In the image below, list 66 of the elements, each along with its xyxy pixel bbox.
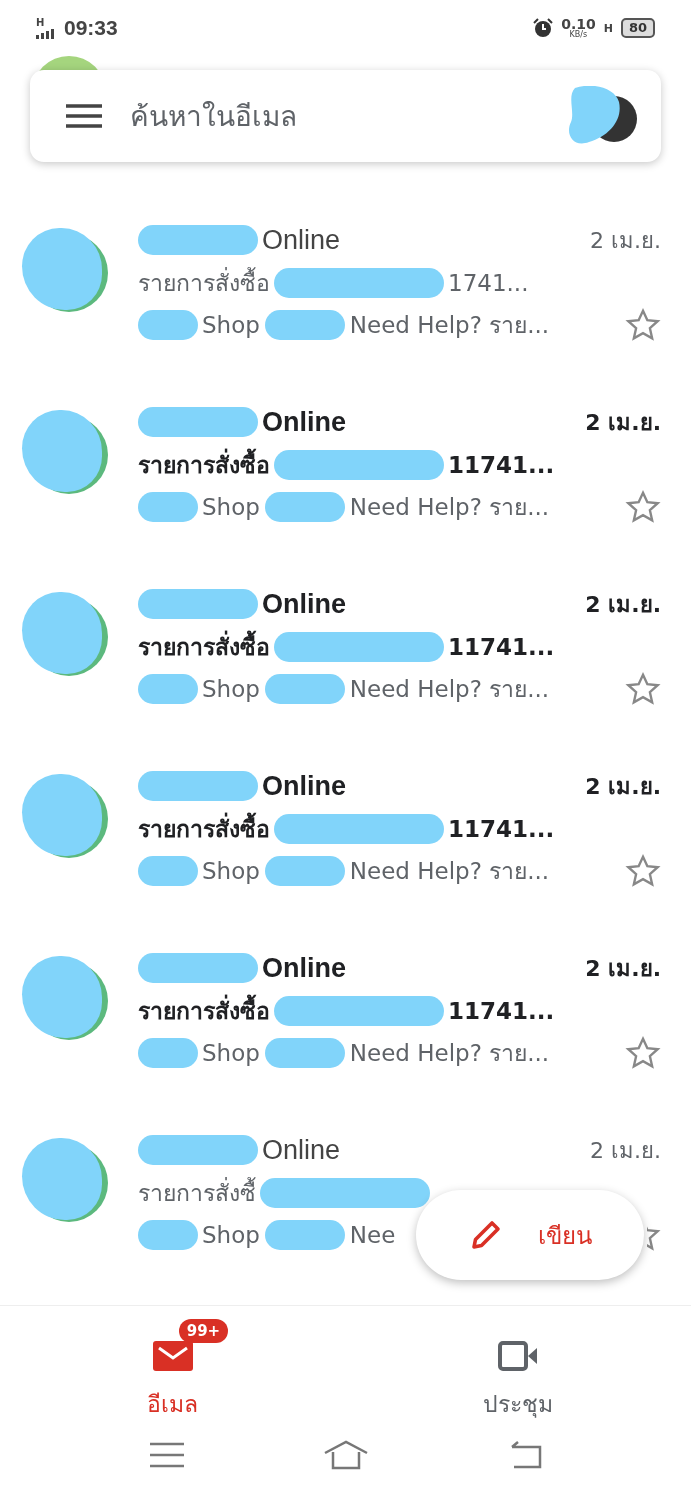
- data-speed: 0.10: [561, 17, 596, 31]
- redaction-mark: [138, 674, 198, 704]
- email-snippet: Shop: [202, 312, 260, 338]
- star-icon[interactable]: [625, 1035, 661, 1071]
- email-subject: 11741...: [448, 816, 555, 842]
- email-snippet: Need Help? ราย...: [349, 493, 550, 522]
- menu-icon[interactable]: [66, 104, 102, 128]
- star-icon[interactable]: [625, 307, 661, 343]
- email-subject: รายการสั่งซื้อ: [138, 811, 270, 847]
- menu-icon[interactable]: [149, 1442, 184, 1468]
- redaction-mark: [138, 856, 198, 886]
- search-bar[interactable]: ค้นหาในอีเมล: [30, 70, 661, 162]
- email-subject: รายการสั่งซื้อ: [138, 629, 270, 665]
- search-placeholder: ค้นหาในอีเมล: [130, 99, 298, 135]
- email-sender: Online: [262, 952, 346, 984]
- email-sender: Online: [262, 224, 341, 256]
- email-sender: Online: [262, 1134, 341, 1166]
- redaction-mark: [138, 310, 198, 340]
- mail-icon: [152, 1340, 193, 1371]
- star-icon[interactable]: [625, 489, 661, 525]
- email-snippet: Shop: [202, 1222, 260, 1248]
- email-subject: รายการสั่งซื้: [138, 1175, 256, 1211]
- home-icon[interactable]: [322, 1440, 369, 1470]
- email-snippet: Need Help? ราย...: [349, 675, 550, 704]
- data-network-type: H: [603, 21, 613, 35]
- email-snippet: Need Help? ราย...: [349, 1039, 550, 1068]
- unread-count-badge: 99+: [178, 1318, 229, 1343]
- email-subject: 1741...: [448, 270, 529, 296]
- email-subject: 11741...: [448, 998, 555, 1024]
- battery-level: 80: [620, 18, 655, 38]
- nav-tab[interactable]: ประชุม: [345, 1306, 691, 1431]
- star-icon[interactable]: [625, 853, 661, 889]
- email-snippet: Shop: [202, 858, 260, 884]
- email-sender: Online: [262, 770, 346, 802]
- email-subject: รายการสั่งซื้อ: [138, 447, 270, 483]
- network-type: H: [36, 17, 46, 28]
- email-snippet: Shop: [202, 1040, 260, 1066]
- alarm-icon: [533, 18, 554, 38]
- clock-time: 09:33: [64, 16, 118, 40]
- email-subject: รายการสั่งซื้อ: [138, 265, 270, 301]
- email-subject: รายการสั่งซื้อ: [138, 993, 270, 1029]
- email-sender: Online: [262, 406, 346, 438]
- email-snippet: Nee: [349, 1222, 396, 1248]
- compose-button[interactable]: เขียน: [416, 1190, 644, 1280]
- redaction-mark: [138, 1220, 198, 1250]
- email-date: 2 เม.ย.: [585, 408, 661, 437]
- email-subject: 11741...: [448, 634, 555, 660]
- email-date: 2 เม.ย.: [590, 1136, 661, 1165]
- email-date: 2 เม.ย.: [585, 590, 661, 619]
- email-snippet: Need Help? ราย...: [349, 857, 550, 886]
- nav-tab[interactable]: 99+ อีเมล: [0, 1306, 346, 1431]
- email-sender: Online: [262, 588, 346, 620]
- star-icon[interactable]: [625, 671, 661, 707]
- redaction-mark: [138, 492, 198, 522]
- speed-unit: KB/s: [569, 31, 588, 39]
- email-date: 2 เม.ย.: [585, 954, 661, 983]
- account-avatar[interactable]: [567, 86, 637, 146]
- signal-icon: [36, 28, 56, 39]
- email-snippet: Shop: [202, 676, 260, 702]
- email-snippet: Need Help? ราย...: [349, 311, 550, 340]
- email-date: 2 เม.ย.: [585, 772, 661, 801]
- email-date: 2 เม.ย.: [590, 226, 661, 255]
- redaction-mark: [138, 1038, 198, 1068]
- email-subject: 11741...: [448, 452, 555, 478]
- email-snippet: Shop: [202, 494, 260, 520]
- video-camera-icon: [498, 1340, 539, 1371]
